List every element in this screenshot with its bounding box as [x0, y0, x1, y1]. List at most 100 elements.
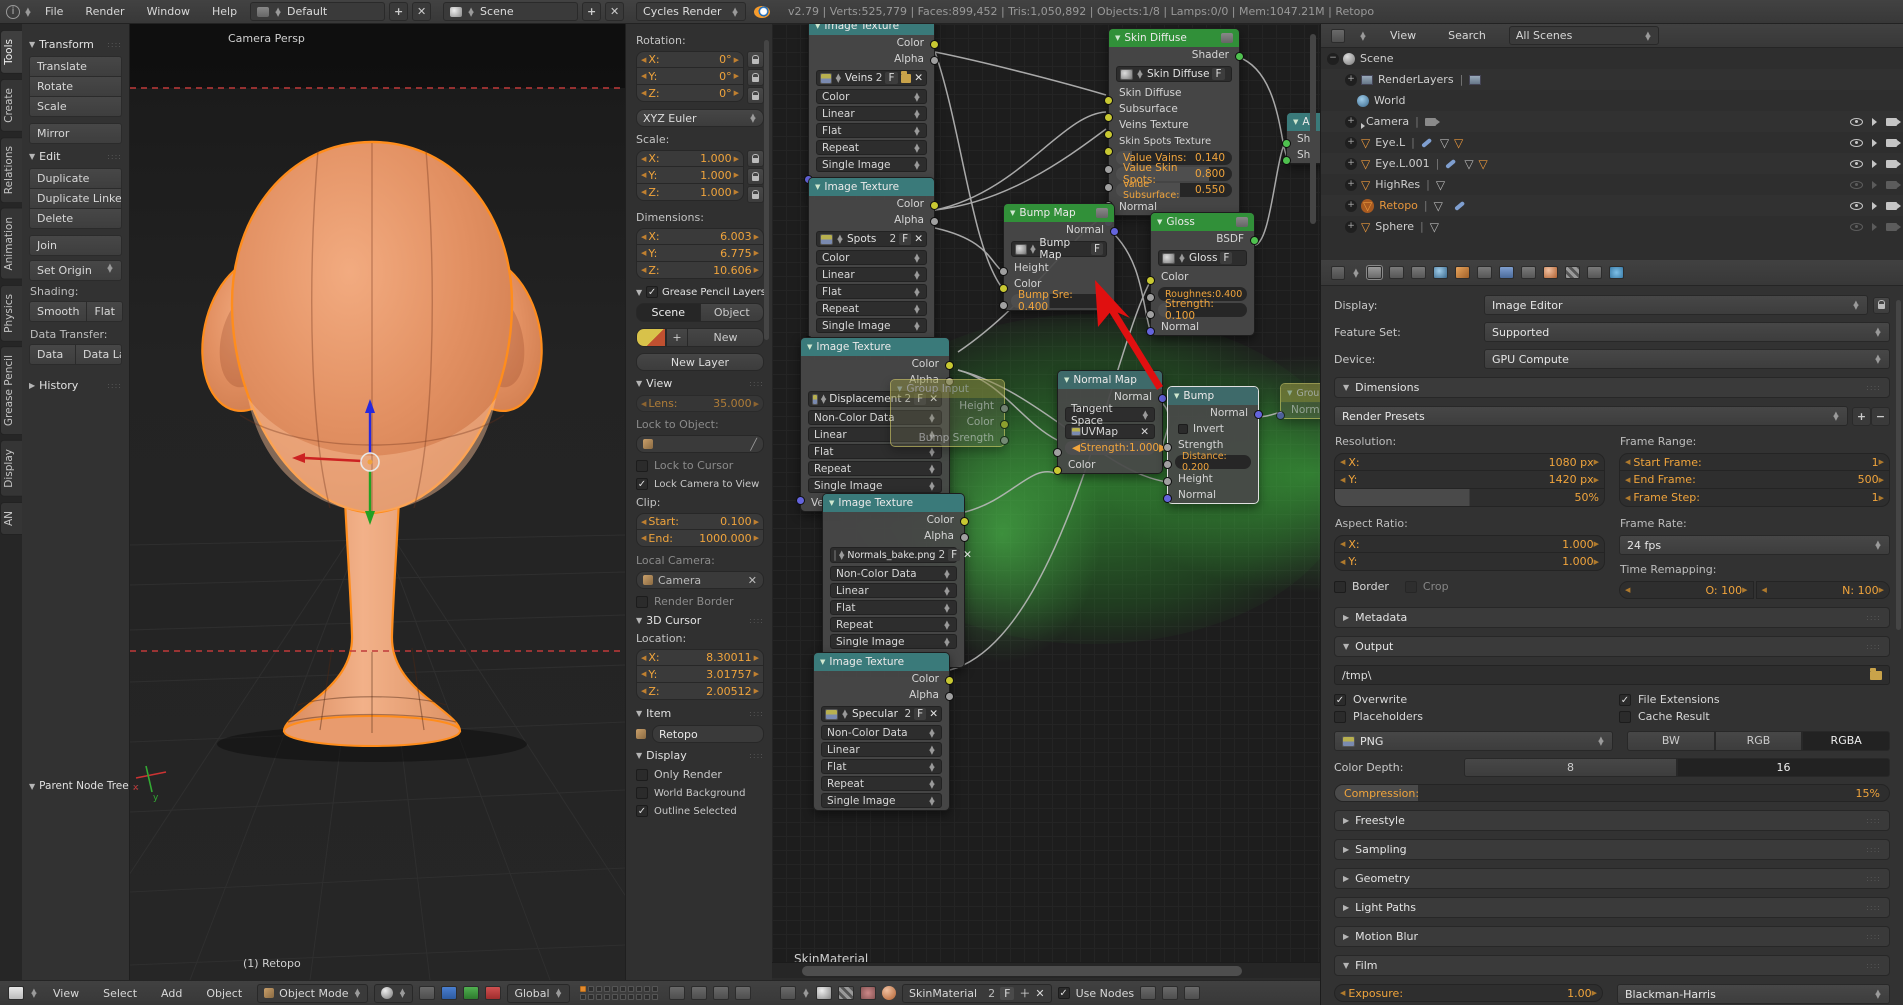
section-motion-blur[interactable]: ▶ Motion Blur:::: — [1334, 926, 1890, 947]
viewport-shading-selector[interactable] — [374, 983, 414, 1003]
scale-button[interactable]: Scale — [29, 97, 122, 117]
depth-16-button[interactable]: 16 — [1677, 758, 1890, 777]
cursor-z-field[interactable]: ◀ Z: 2.00512 ▶ — [636, 683, 764, 700]
cursor-y-field[interactable]: ◀ Y: 3.01757 ▶ — [636, 666, 764, 683]
open-image-icon[interactable] — [900, 70, 912, 83]
menu-add[interactable]: Add — [152, 984, 191, 1003]
unlink-icon[interactable]: ✕ — [1035, 987, 1044, 1000]
outliner-row-camera[interactable]: + Camera | — [1321, 111, 1903, 132]
section-grease-pencil-layers[interactable]: ▼ ✓ Grease Pencil Layers — [636, 286, 764, 298]
lock-object-field[interactable]: ╱ — [636, 435, 764, 453]
node-tree-selector[interactable]: SkinMaterial 2 F ＋ ✕ — [902, 983, 1052, 1003]
section-item[interactable]: ▼ Item:::: — [636, 707, 764, 720]
editor-type-icon[interactable] — [1331, 265, 1345, 280]
crop-checkbox[interactable] — [1404, 580, 1417, 593]
render-presets-dropdown[interactable]: Render Presets — [1334, 406, 1848, 426]
outliner-row-renderlayers[interactable]: + RenderLayers | — [1321, 69, 1903, 90]
dimension-y-field[interactable]: ◀ Y: 6.775 ▶ — [636, 245, 764, 262]
group-selector[interactable]: Bump MapF — [1011, 237, 1107, 261]
normal-map-node[interactable]: ▼Normal Map Normal Tangent Space UVMap✕ … — [1053, 370, 1167, 475]
value-subsurface-slider[interactable]: Value Subsurface: 0.550 — [1116, 179, 1232, 201]
visibility-eye-icon[interactable] — [1850, 159, 1863, 168]
lock-to-cursor-checkbox[interactable] — [636, 459, 648, 472]
add-preset-button[interactable]: + — [1852, 406, 1871, 426]
physics-tab-icon[interactable] — [1609, 266, 1624, 279]
layer-toggles[interactable] — [579, 985, 659, 1001]
node-editor[interactable]: ▼Image Texture Color Alpha Veins2F✕ Colo… — [772, 24, 1320, 962]
nm-strength-slider[interactable]: ◀Strength:1.000▶ — [1065, 441, 1167, 455]
snap-magnet-icon[interactable] — [668, 986, 685, 1000]
manipulator-rotate-icon[interactable] — [463, 986, 480, 1000]
editor-type-icon[interactable] — [8, 986, 24, 1000]
world-background-checkbox[interactable] — [636, 787, 648, 799]
section-transform[interactable]: ▼ Transform :::: — [29, 38, 122, 51]
outline-selected-checkbox[interactable]: ✓ — [636, 805, 648, 817]
tab-animation[interactable]: Animation — [0, 208, 22, 280]
output-path-field[interactable]: /tmp\ — [1334, 665, 1890, 685]
gp-add-icon[interactable]: + — [666, 328, 688, 347]
overlay-icon[interactable] — [1184, 986, 1201, 1000]
section-history[interactable]: ▶ History :::: — [29, 379, 122, 392]
image-selector[interactable]: Specular2F✕ — [821, 706, 942, 722]
use-nodes-checkbox[interactable]: ✓ — [1057, 987, 1070, 999]
fake-user-button[interactable]: F — [1000, 986, 1015, 1000]
render-border-checkbox[interactable] — [636, 595, 648, 608]
bump-map-group-node[interactable]: ▼Bump Map Normal Bump MapF Height Color … — [999, 203, 1119, 313]
visibility-eye-icon[interactable] — [1850, 180, 1863, 189]
only-render-checkbox[interactable] — [636, 768, 648, 781]
remove-preset-button[interactable]: − — [1871, 406, 1890, 426]
particles-tab-icon[interactable] — [1587, 266, 1602, 279]
mirror-button[interactable]: Mirror — [29, 123, 122, 144]
scene-tab-icon[interactable] — [1411, 266, 1426, 279]
lock-icon[interactable] — [747, 150, 764, 167]
item-name-field[interactable]: Retopo — [652, 725, 764, 743]
lock-camera-checkbox[interactable]: ✓ — [636, 478, 648, 490]
selectability-icon[interactable] — [1872, 117, 1877, 126]
unlink-icon[interactable]: ✕ — [963, 549, 972, 561]
renderability-icon[interactable] — [1886, 138, 1901, 147]
gp-new-button[interactable]: New — [688, 328, 764, 347]
image-selector[interactable]: Veins2F✕ — [816, 70, 927, 86]
outliner-row-sphere[interactable]: + ▽ Sphere | ▽ — [1321, 216, 1903, 237]
unlink-icon[interactable]: ✕ — [914, 233, 923, 245]
color-space-dropdown[interactable]: Color — [816, 89, 927, 104]
3d-viewport[interactable]: x y Camera Persp (1) Retopo — [130, 24, 625, 980]
add-scene-button[interactable]: + — [582, 2, 602, 21]
properties-scrollbar[interactable] — [1896, 300, 1901, 630]
npanel-scrollbar[interactable] — [764, 40, 769, 340]
menu-object[interactable]: Object — [197, 984, 251, 1003]
exposure-field[interactable]: ◀ Exposure: 1.00 ▶ — [1334, 984, 1603, 1002]
world-tab-icon[interactable] — [1433, 266, 1448, 279]
image-texture-node-specular[interactable]: ▼Image Texture Color Alpha Specular2F✕ N… — [813, 652, 954, 811]
add-layout-button[interactable]: + — [389, 2, 409, 21]
menu-file[interactable]: File — [36, 2, 72, 21]
scene-selector[interactable]: Scene — [443, 2, 579, 21]
render-layers-tab-icon[interactable] — [1389, 266, 1404, 279]
renderability-icon[interactable] — [1886, 222, 1901, 231]
projection-dropdown[interactable]: Flat — [816, 123, 927, 138]
image-selector[interactable]: Normals_bake.png2F✕ — [830, 547, 972, 563]
expand-icon[interactable]: + — [1345, 73, 1357, 86]
skin-diffuse-group-node[interactable]: ▼Skin Diffuse Shader Skin DiffuseF Skin … — [1104, 28, 1244, 227]
node-editor-vscrollbar[interactable] — [1310, 34, 1316, 224]
close-scene-button[interactable]: ✕ — [605, 2, 625, 21]
lock-icon[interactable] — [747, 51, 764, 68]
feature-set-dropdown[interactable]: Supported — [1484, 322, 1890, 342]
tab-relations[interactable]: Relations — [0, 136, 22, 203]
rotation-x-field[interactable]: ◀ X: 0° ▶ — [636, 51, 744, 68]
expand-icon[interactable]: + — [1345, 136, 1357, 149]
visibility-eye-icon[interactable] — [1850, 222, 1863, 231]
material-tab-icon[interactable] — [1543, 266, 1558, 279]
selectability-icon[interactable] — [1872, 159, 1877, 168]
renderability-icon[interactable] — [1886, 159, 1901, 168]
unlink-icon[interactable]: ✕ — [914, 72, 923, 84]
compositing-nodes-icon[interactable] — [838, 986, 854, 1000]
overwrite-checkbox[interactable]: ✓ — [1334, 693, 1346, 706]
outliner-row-scene[interactable]: − Scene — [1321, 48, 1903, 69]
data-layout-button[interactable]: Data Layo — [76, 344, 122, 365]
frame-step-field[interactable]: ◀ Frame Step: 1 ▶ — [1619, 489, 1890, 507]
space-dropdown[interactable]: Tangent Space — [1065, 403, 1155, 427]
resolution-x-field[interactable]: ◀ X: 1080 px ▶ — [1334, 453, 1605, 471]
device-dropdown[interactable]: GPU Compute — [1484, 349, 1890, 369]
eyedropper-icon[interactable]: ╱ — [750, 438, 757, 451]
